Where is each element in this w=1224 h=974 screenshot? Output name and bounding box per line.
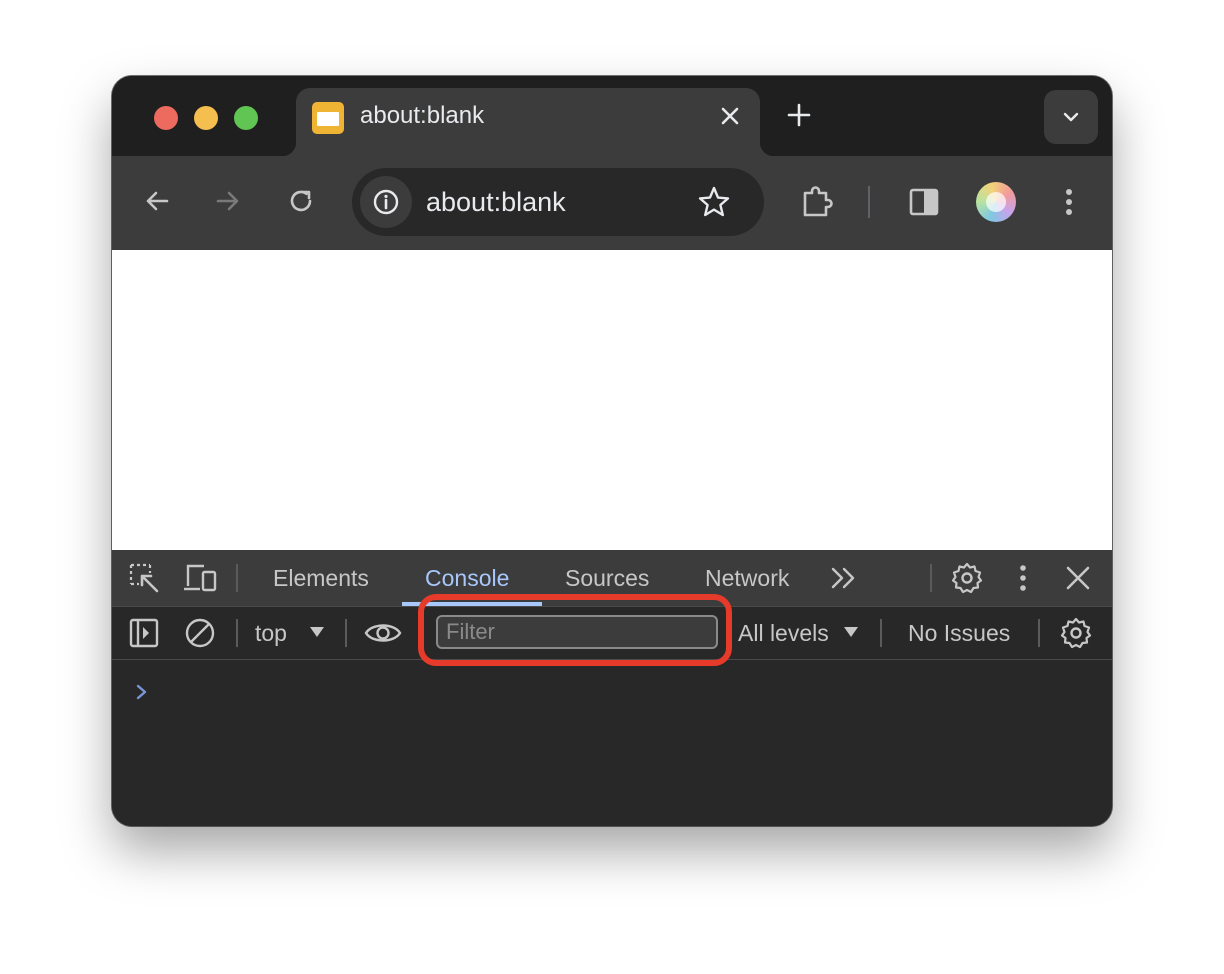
console-toolbar-separator bbox=[880, 619, 882, 647]
side-panel-icon[interactable] bbox=[906, 184, 942, 225]
extensions-icon[interactable] bbox=[798, 182, 838, 227]
more-tabs-chevron-icon[interactable] bbox=[830, 564, 858, 597]
new-tab-icon[interactable] bbox=[782, 98, 816, 132]
info-icon bbox=[373, 189, 399, 215]
log-levels-dropdown[interactable]: All levels bbox=[738, 619, 829, 647]
minimize-window-button[interactable] bbox=[194, 106, 218, 130]
close-window-button[interactable] bbox=[154, 106, 178, 130]
inspect-element-icon[interactable] bbox=[128, 562, 160, 599]
tab-title: about:blank bbox=[360, 102, 485, 129]
tab-console[interactable]: Console bbox=[425, 564, 509, 592]
device-toolbar-icon[interactable] bbox=[184, 562, 218, 599]
issues-counter[interactable]: No Issues bbox=[908, 619, 1010, 647]
devtools-separator bbox=[236, 564, 238, 592]
devtools-separator bbox=[930, 564, 932, 592]
tab-network[interactable]: Network bbox=[705, 564, 789, 592]
tab-search-button[interactable] bbox=[1044, 90, 1098, 144]
tab-close-icon[interactable] bbox=[714, 100, 746, 132]
back-arrow-icon[interactable] bbox=[140, 184, 174, 223]
active-tab-indicator bbox=[402, 602, 542, 606]
bookmark-star-icon[interactable] bbox=[696, 184, 732, 225]
more-menu-icon[interactable] bbox=[1054, 184, 1084, 225]
console-toolbar-separator bbox=[236, 619, 238, 647]
levels-dropdown-arrow-icon[interactable] bbox=[842, 621, 860, 648]
chevron-down-icon bbox=[1063, 112, 1079, 122]
forward-arrow-icon[interactable] bbox=[211, 184, 245, 223]
browser-window: about:blank about:blank Elements Console… bbox=[112, 76, 1112, 826]
console-settings-gear-icon[interactable] bbox=[1059, 616, 1093, 655]
reload-icon[interactable] bbox=[284, 184, 318, 223]
tab-sources[interactable]: Sources bbox=[565, 564, 649, 592]
devtools-tab-bar: Elements Console Sources Network bbox=[112, 550, 1112, 607]
page-favicon-icon bbox=[312, 102, 344, 134]
devtools-menu-icon[interactable] bbox=[1008, 562, 1038, 599]
browser-toolbar: about:blank bbox=[112, 156, 1112, 250]
page-content bbox=[112, 250, 1112, 550]
console-toolbar-separator bbox=[1038, 619, 1040, 647]
browser-tab-active[interactable]: about:blank bbox=[282, 88, 774, 156]
devtools-panel: Elements Console Sources Network top Fil… bbox=[112, 550, 1112, 826]
zoom-window-button[interactable] bbox=[234, 106, 258, 130]
profile-avatar[interactable] bbox=[976, 182, 1016, 222]
console-toolbar-separator bbox=[345, 619, 347, 647]
console-sidebar-icon[interactable] bbox=[128, 617, 160, 654]
url-text: about:blank bbox=[426, 187, 566, 217]
address-bar[interactable]: about:blank bbox=[352, 168, 764, 236]
filter-input[interactable] bbox=[436, 615, 718, 649]
toolbar-separator bbox=[868, 186, 870, 218]
close-devtools-icon[interactable] bbox=[1062, 562, 1094, 599]
settings-gear-icon[interactable] bbox=[950, 561, 984, 600]
tab-elements[interactable]: Elements bbox=[273, 564, 369, 592]
console-toolbar: top All levels No Issues bbox=[112, 607, 1112, 660]
live-expression-eye-icon[interactable] bbox=[364, 619, 402, 652]
context-selector[interactable]: top bbox=[255, 619, 287, 647]
context-dropdown-arrow-icon[interactable] bbox=[308, 621, 326, 648]
title-bar: about:blank bbox=[112, 76, 1112, 156]
console-prompt-chevron-icon[interactable] bbox=[134, 680, 150, 709]
site-info-button[interactable] bbox=[360, 176, 412, 228]
clear-console-icon[interactable] bbox=[184, 617, 216, 654]
